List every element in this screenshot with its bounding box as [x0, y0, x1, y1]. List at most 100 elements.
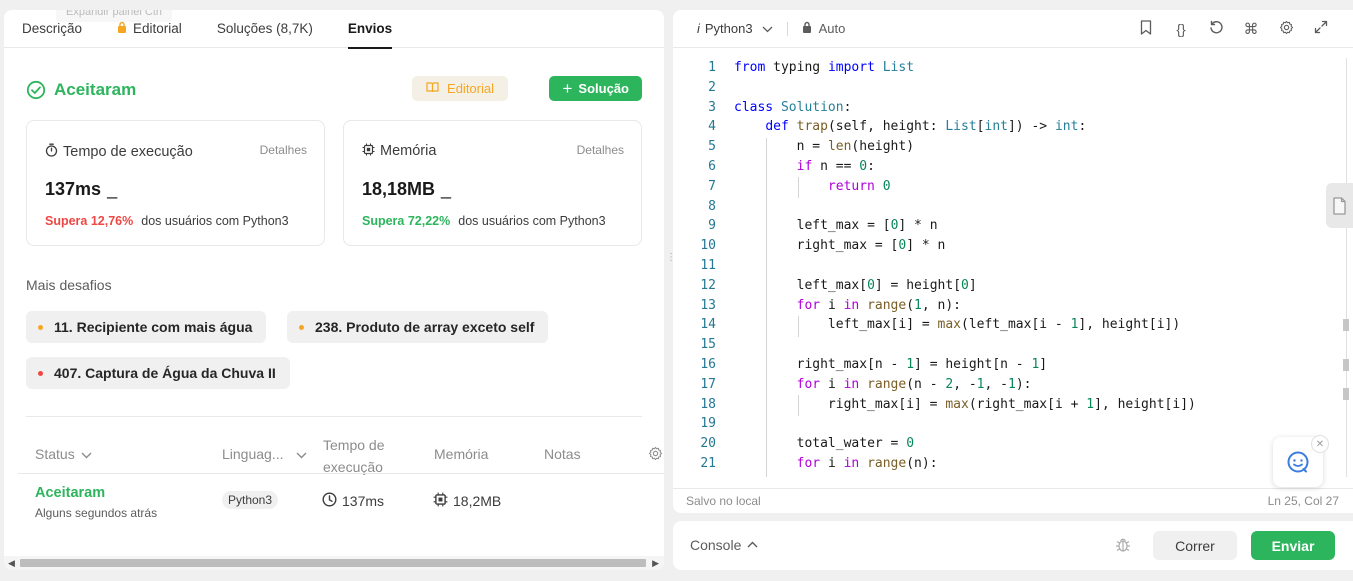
scrollbar-marker [1343, 388, 1349, 400]
reset-icon[interactable] [1208, 20, 1224, 39]
document-side-tab[interactable] [1326, 183, 1353, 228]
close-icon[interactable]: ✕ [1311, 435, 1329, 453]
notes-column-header[interactable]: Notas [544, 446, 581, 462]
code-line[interactable]: 2 [673, 78, 1353, 98]
run-button[interactable]: Correr [1153, 531, 1237, 560]
cursor-position: Ln 25, Col 27 [1267, 494, 1339, 508]
book-icon [426, 81, 439, 96]
chip-icon [433, 492, 448, 510]
check-circle-icon [26, 80, 46, 100]
challenge-chip[interactable]: 238. Produto de array exceto self [287, 311, 549, 343]
tab-description[interactable]: Descrição [22, 10, 82, 48]
challenge-chip[interactable]: 11. Recipiente com mais água [26, 311, 267, 343]
code-line[interactable]: 14 left_max[i] = max(left_max[i - 1], he… [673, 315, 1353, 335]
console-toggle[interactable]: Console [690, 537, 758, 553]
format-code-icon[interactable]: {} [1173, 21, 1189, 37]
tab-submissions[interactable]: Envios [347, 10, 393, 49]
code-line[interactable]: 4 def trap(self, height: List[int]) -> i… [673, 117, 1353, 137]
code-line[interactable]: 8 [673, 197, 1353, 217]
code-line[interactable]: 1 from typing import List [673, 58, 1353, 78]
runtime-label: Tempo de execução [45, 143, 193, 160]
code-line[interactable]: 10 right_max = [0] * n [673, 236, 1353, 256]
code-line[interactable]: 9 left_max = [0] * n [673, 216, 1353, 236]
code-text: if n == 0: [796, 158, 875, 174]
code-text: return 0 [827, 178, 891, 194]
line-number: 13 [700, 297, 716, 313]
submission-panel: Expandir painel Ctrl Descrição Editorial… [4, 10, 664, 570]
line-number: 8 [708, 198, 716, 214]
code-text: total_water = 0 [796, 436, 915, 452]
memory-card[interactable]: Memória Detalhes 18,18MB _ Supera 72,22% d… [343, 120, 642, 246]
status-column-header[interactable]: Status [35, 446, 92, 462]
code-line[interactable]: 11 [673, 256, 1353, 276]
code-line[interactable]: 15 [673, 335, 1353, 355]
tab-editorial[interactable]: Editorial [117, 10, 182, 48]
auto-mode[interactable]: Auto [802, 21, 845, 36]
submission-status-link[interactable]: Aceitaram [35, 485, 105, 501]
code-text: right_max = [0] * n [796, 238, 946, 254]
difficulty-dot [38, 370, 43, 376]
code-line[interactable]: 6 if n == 0: [673, 157, 1353, 177]
difficulty-dot [299, 324, 304, 330]
tab-solutions[interactable]: Soluções (8,7K) [217, 10, 313, 48]
accepted-status: Aceitaram [26, 80, 136, 100]
horizontal-scrollbar[interactable]: ◀ ▶ [4, 556, 664, 570]
code-text: class Solution: [734, 99, 852, 115]
code-text: n = len(height) [796, 139, 915, 155]
line-number: 9 [708, 218, 716, 234]
language-column-header[interactable]: Linguag... [222, 446, 307, 462]
memory-value: 18,18MB _ [362, 179, 452, 199]
code-line[interactable]: 5 n = len(height) [673, 137, 1353, 157]
runtime-details-link[interactable]: Detalhes [260, 143, 307, 157]
code-text: right_max[i] = max(right_max[i + 1], hei… [827, 396, 1196, 412]
language-selector[interactable]: i Python3 [697, 21, 773, 36]
stopwatch-icon [45, 143, 58, 160]
runtime-card[interactable]: Tempo de execução Detalhes 137ms _ Supera… [26, 120, 325, 246]
code-text: left_max[0] = height[0] [796, 277, 977, 293]
expand-icon[interactable] [1313, 20, 1329, 38]
code-line[interactable]: 21 for i in range(n): [673, 454, 1353, 474]
code-line[interactable]: 3 class Solution: [673, 98, 1353, 118]
code-line[interactable]: 18 right_max[i] = max(right_max[i + 1], … [673, 395, 1353, 415]
language-badge: Python3 [222, 491, 279, 509]
code-line[interactable]: 19 [673, 414, 1353, 434]
code-editor-panel: i Python3 Auto {} ⌘ 1 from typing import … [673, 10, 1353, 513]
editor-footer: Salvo no local Ln 25, Col 27 [673, 488, 1353, 512]
memory-column-header[interactable]: Memória [434, 446, 488, 462]
scroll-right-icon[interactable]: ▶ [652, 556, 659, 570]
code-line[interactable]: 16 right_max[n - 1] = height[n - 1] [673, 355, 1353, 375]
scrollbar-thumb[interactable] [20, 559, 646, 567]
settings-icon[interactable] [1278, 20, 1294, 39]
command-icon[interactable]: ⌘ [1243, 20, 1259, 38]
submission-runtime: 137ms [322, 492, 384, 510]
difficulty-dot [38, 324, 43, 330]
toolbar-divider [786, 21, 788, 36]
code-line[interactable]: 13 for i in range(1, n): [673, 296, 1353, 316]
code-line[interactable]: 17 for i in range(n - 2, -1, -1): [673, 375, 1353, 395]
code-line[interactable]: 12 left_max[0] = height[0] [673, 276, 1353, 296]
editorial-button[interactable]: Editorial [412, 76, 508, 101]
code-line[interactable]: 20 total_water = 0 [673, 434, 1353, 454]
scroll-left-icon[interactable]: ◀ [8, 556, 15, 570]
add-solution-button[interactable]: + Solução [549, 76, 642, 101]
line-number: 16 [700, 356, 716, 372]
submit-button[interactable]: Enviar [1251, 531, 1335, 560]
section-divider [26, 416, 642, 417]
challenge-chip[interactable]: 407. Captura de Água da Chuva II [26, 357, 290, 389]
line-number: 1 [708, 60, 716, 75]
chevron-down-icon [81, 446, 92, 462]
code-area[interactable]: 1 from typing import List 2 3 class Solution… [673, 58, 1353, 477]
gear-icon[interactable] [648, 446, 663, 461]
memory-details-link[interactable]: Detalhes [577, 143, 624, 157]
editor-toolbar: i Python3 Auto {} ⌘ [673, 10, 1353, 48]
debug-icon[interactable] [1115, 536, 1131, 557]
line-number: 17 [700, 376, 716, 392]
line-number: 21 [700, 455, 716, 471]
code-line[interactable]: 7 return 0 [673, 177, 1353, 197]
bookmark-icon[interactable] [1138, 19, 1154, 39]
editor-scrollbar[interactable] [1346, 58, 1347, 477]
runtime-column-header[interactable]: Tempo de execução [323, 434, 384, 478]
code-text: for i in range(1, n): [796, 297, 962, 313]
chip-icon [362, 143, 375, 159]
